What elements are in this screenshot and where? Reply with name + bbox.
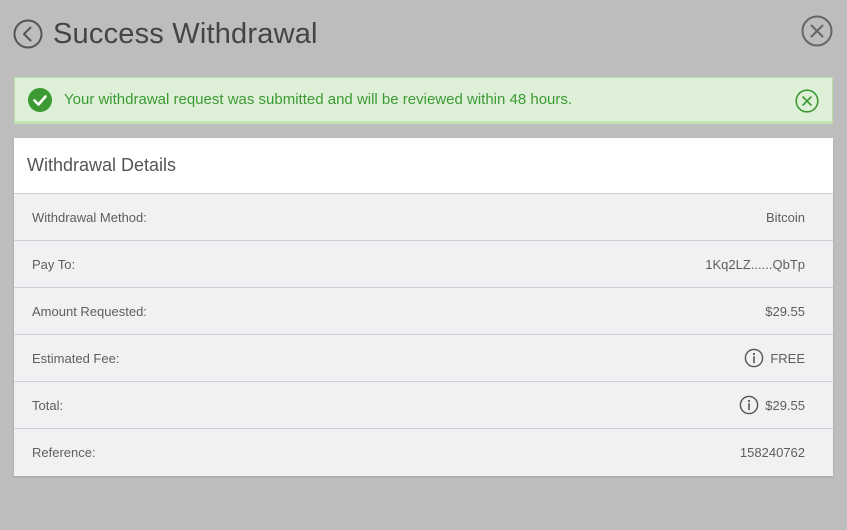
detail-row-estimated-fee: Estimated Fee: FREE [14, 335, 833, 382]
alert-close-icon[interactable] [795, 89, 819, 113]
row-label: Pay To: [32, 256, 76, 272]
close-circle-icon [801, 15, 833, 47]
detail-row-reference: Reference: 158240762 [14, 429, 833, 476]
alert-message: Your withdrawal request was submitted an… [64, 91, 573, 108]
row-value: Bitcoin [765, 209, 805, 225]
row-label: Amount Requested: [32, 303, 147, 319]
detail-row-pay-to: Pay To: 1Kq2LZ......QbTp [14, 241, 833, 288]
chevron-left-circle-icon [13, 19, 43, 49]
row-label: Total: [32, 397, 64, 413]
info-icon[interactable] [739, 395, 759, 415]
row-value: 158240762 [739, 445, 805, 460]
detail-row-withdrawal-method: Withdrawal Method: Bitcoin [14, 194, 833, 241]
row-value: $29.55 [765, 303, 805, 319]
row-label: Withdrawal Method: [32, 209, 147, 225]
back-button[interactable] [13, 19, 43, 49]
check-circle-icon [28, 88, 52, 112]
card-title: Withdrawal Details [27, 155, 177, 175]
detail-row-amount-requested: Amount Requested: $29.55 [14, 288, 833, 335]
card-header: Withdrawal Details [14, 138, 833, 194]
info-icon[interactable] [744, 348, 764, 368]
success-alert: Your withdrawal request was submitted an… [14, 77, 833, 124]
withdrawal-details-card: Withdrawal Details Withdrawal Method: Bi… [14, 138, 833, 476]
detail-row-total: Total: $29.55 [14, 382, 833, 429]
close-button[interactable] [801, 15, 833, 47]
row-value-container: $29.55 [739, 395, 805, 415]
page-title: Success Withdrawal [53, 18, 318, 50]
row-value: $29.55 [765, 397, 805, 413]
row-value-container: FREE [744, 348, 805, 368]
row-value: FREE [770, 350, 805, 366]
row-label: Estimated Fee: [32, 350, 120, 366]
row-value: 1Kq2LZ......QbTp [705, 256, 805, 272]
row-label: Reference: [32, 445, 96, 460]
